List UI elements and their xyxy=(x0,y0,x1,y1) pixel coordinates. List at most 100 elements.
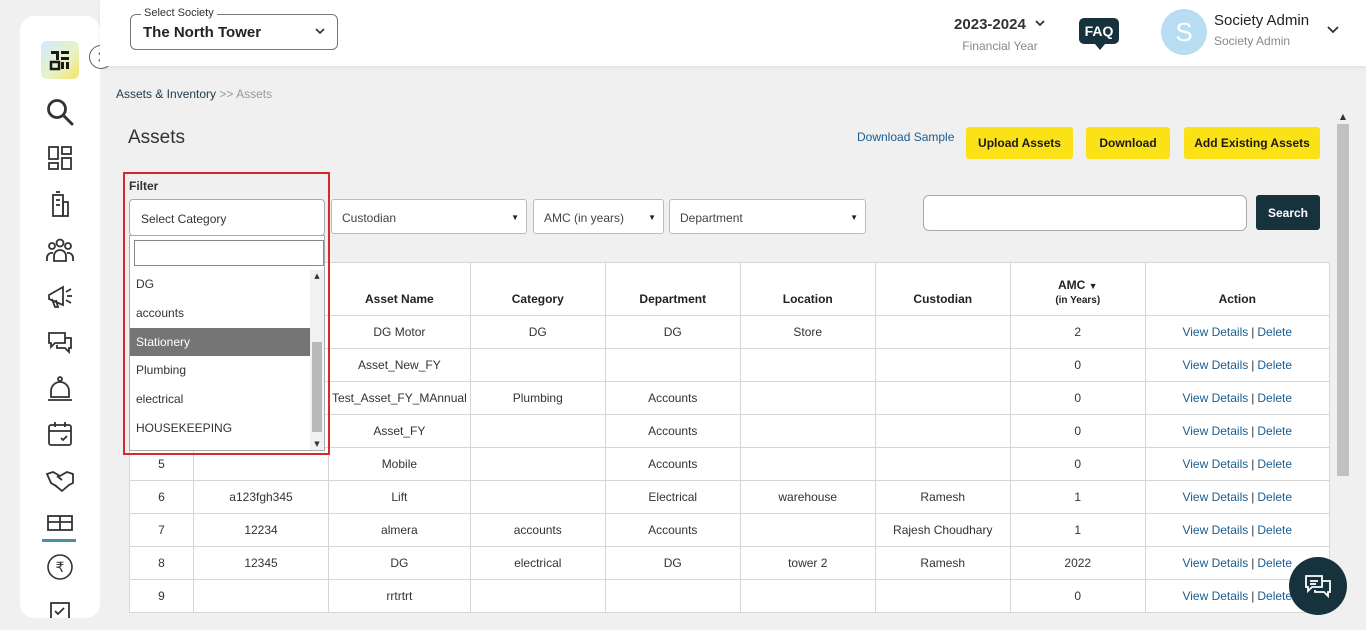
amc-select[interactable]: AMC (in years) ▼ xyxy=(533,199,664,234)
search-button[interactable]: Search xyxy=(1256,195,1320,230)
category-option-highlighted[interactable]: Stationery xyxy=(130,327,310,357)
view-details-link[interactable]: View Details xyxy=(1182,358,1248,372)
cell-action: View Details | Delete xyxy=(1144,381,1330,415)
cell-category: Plumbing xyxy=(469,381,606,415)
action-separator: | xyxy=(1251,589,1255,603)
view-details-link[interactable]: View Details xyxy=(1182,391,1248,405)
app-logo[interactable] xyxy=(41,41,79,79)
caret-down-icon: ▼ xyxy=(511,213,519,222)
user-menu-chevron-icon[interactable] xyxy=(1326,24,1340,36)
cell-category: electrical xyxy=(469,546,606,580)
delete-link[interactable]: Delete xyxy=(1257,523,1292,537)
chat-support-button[interactable] xyxy=(1289,557,1347,615)
services-icon[interactable] xyxy=(44,372,76,404)
cell-name: rrtrtrt xyxy=(328,579,471,613)
breadcrumb-parent-link[interactable]: Assets & Inventory xyxy=(116,87,216,101)
chat-bubble-icon xyxy=(1305,575,1331,599)
cell-code: 12345 xyxy=(193,546,329,580)
dashboard-icon[interactable] xyxy=(44,142,76,174)
view-details-link[interactable]: View Details xyxy=(1182,424,1248,438)
scroll-down-icon[interactable]: ▼ xyxy=(310,440,324,448)
cell-custodian xyxy=(874,414,1011,448)
page-scrollbar[interactable]: ▲ xyxy=(1336,112,1350,617)
cell-amc: 0 xyxy=(1009,579,1146,613)
page-scrollbar-thumb[interactable] xyxy=(1337,124,1349,476)
rupee-icon[interactable]: ₹ xyxy=(44,551,76,583)
col-action: Action xyxy=(1144,262,1330,316)
filter-label: Filter xyxy=(129,179,159,193)
search-input[interactable] xyxy=(923,195,1247,231)
view-details-link[interactable]: View Details xyxy=(1182,490,1248,504)
view-details-link[interactable]: View Details xyxy=(1182,325,1248,339)
faq-button[interactable]: FAQ xyxy=(1079,18,1119,50)
chat-icon[interactable] xyxy=(44,326,76,358)
chevron-down-icon xyxy=(315,28,325,35)
department-select[interactable]: Department ▼ xyxy=(669,199,866,234)
cell-amc: 0 xyxy=(1009,348,1146,382)
action-separator: | xyxy=(1251,358,1255,372)
sort-down-icon: ▼ xyxy=(1088,281,1098,291)
cell-location: warehouse xyxy=(739,480,876,514)
society-select[interactable]: Select Society The North Tower xyxy=(130,7,338,50)
action-separator: | xyxy=(1251,391,1255,405)
search-icon[interactable] xyxy=(44,96,76,128)
calendar-icon[interactable] xyxy=(44,418,76,450)
download-button[interactable]: Download xyxy=(1086,127,1170,159)
delete-link[interactable]: Delete xyxy=(1257,424,1292,438)
category-option[interactable]: electrical xyxy=(130,385,310,414)
cell-department: Accounts xyxy=(604,381,741,415)
view-details-link[interactable]: View Details xyxy=(1182,556,1248,570)
assets-icon[interactable] xyxy=(44,506,76,538)
handshake-icon[interactable] xyxy=(44,464,76,496)
action-separator: | xyxy=(1251,325,1255,339)
scrollbar-thumb[interactable] xyxy=(312,342,322,432)
scroll-up-icon[interactable]: ▲ xyxy=(1336,112,1350,121)
cell-name: Mobile xyxy=(328,447,471,481)
cell-no: 9 xyxy=(129,579,194,613)
cell-amc: 0 xyxy=(1009,447,1146,481)
upload-assets-button[interactable]: Upload Assets xyxy=(966,127,1073,159)
action-separator: | xyxy=(1251,523,1255,537)
view-details-link[interactable]: View Details xyxy=(1182,523,1248,537)
financial-year-selector[interactable]: 2023-2024 Financial Year xyxy=(950,16,1050,53)
category-option[interactable]: Plumbing xyxy=(130,356,310,385)
members-icon[interactable] xyxy=(44,234,76,266)
avatar[interactable]: S xyxy=(1161,9,1207,55)
custodian-select-value: Custodian xyxy=(342,211,397,225)
delete-link[interactable]: Delete xyxy=(1257,325,1292,339)
cell-department: DG xyxy=(604,315,741,349)
category-option[interactable]: HOUSEKEEPING xyxy=(130,414,310,443)
view-details-link[interactable]: View Details xyxy=(1182,589,1248,603)
category-option[interactable]: accounts xyxy=(130,299,310,328)
document-icon[interactable] xyxy=(44,596,76,618)
cell-category: DG xyxy=(469,315,606,349)
delete-link[interactable]: Delete xyxy=(1257,391,1292,405)
add-existing-assets-button[interactable]: Add Existing Assets xyxy=(1184,127,1320,159)
cell-location xyxy=(739,579,876,613)
col-amc[interactable]: AMC ▼ (in Years) xyxy=(1009,262,1146,316)
page-title: Assets xyxy=(128,127,186,148)
announcement-icon[interactable] xyxy=(44,280,76,312)
category-search-input[interactable] xyxy=(134,240,324,266)
category-scrollbar[interactable]: ▲ ▼ xyxy=(310,270,324,450)
cell-action: View Details | Delete xyxy=(1144,480,1330,514)
view-details-link[interactable]: View Details xyxy=(1182,457,1248,471)
delete-link[interactable]: Delete xyxy=(1257,589,1292,603)
building-icon[interactable] xyxy=(44,188,76,220)
category-select[interactable]: Select Category xyxy=(129,199,325,236)
cell-location xyxy=(739,348,876,382)
category-option[interactable]: DG xyxy=(130,270,310,299)
delete-link[interactable]: Delete xyxy=(1257,490,1292,504)
cell-department: Electrical xyxy=(604,480,741,514)
col-asset-name: Asset Name xyxy=(328,262,471,316)
scroll-up-icon[interactable]: ▲ xyxy=(310,272,324,280)
amc-select-value: AMC (in years) xyxy=(544,211,625,225)
action-separator: | xyxy=(1251,424,1255,438)
delete-link[interactable]: Delete xyxy=(1257,556,1292,570)
delete-link[interactable]: Delete xyxy=(1257,457,1292,471)
delete-link[interactable]: Delete xyxy=(1257,358,1292,372)
cell-custodian: Rajesh Choudhary xyxy=(874,513,1011,547)
download-sample-link[interactable]: Download Sample xyxy=(857,130,954,144)
breadcrumb-current: Assets xyxy=(236,87,273,101)
custodian-select[interactable]: Custodian ▼ xyxy=(331,199,527,234)
